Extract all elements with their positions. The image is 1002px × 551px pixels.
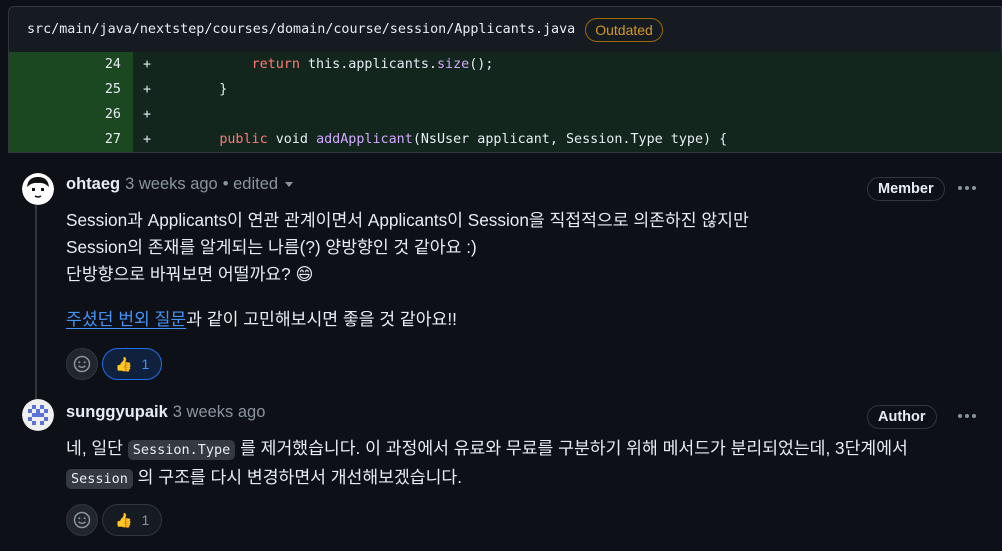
reaction-count: 1 <box>141 356 150 372</box>
inline-code: Session <box>66 469 133 489</box>
code-token: addApplicant <box>316 132 413 147</box>
diff-snippet: 24 + return this.applicants.size(); 25 +… <box>8 52 1002 152</box>
comment-line: Session 의 구조를 다시 변경하면서 개선해보겠습니다. <box>66 464 908 493</box>
code-line: + } <box>133 77 1002 102</box>
role-badge: Author <box>867 405 937 429</box>
diff-line: 27 + public void addApplicant(NsUser app… <box>9 127 1002 152</box>
diff-line: 25 + } <box>9 77 1002 102</box>
author-line: sunggyupaik 3 weeks ago <box>66 403 265 422</box>
code-line: + <box>133 102 1002 127</box>
caret-down-icon[interactable] <box>285 182 294 187</box>
edited-label[interactable]: • edited <box>223 175 278 194</box>
code-token: (); <box>469 57 494 72</box>
code-line: + public void addApplicant(NsUser applic… <box>133 127 1002 152</box>
comment-line: Session과 Applicants이 연관 관계이면서 Applicants… <box>66 210 749 230</box>
avatar[interactable] <box>22 173 54 205</box>
author-line: ohtaeg 3 weeks ago • edited <box>66 175 294 194</box>
thumbs-up-reaction-button[interactable]: 👍 1 <box>102 348 163 380</box>
avatar[interactable] <box>22 399 54 431</box>
author-name[interactable]: sunggyupaik <box>66 403 168 422</box>
line-number: 27 <box>9 127 133 152</box>
thumbs-up-reaction-button[interactable]: 👍 1 <box>102 504 163 536</box>
file-path[interactable]: src/main/java/nextstep/courses/domain/co… <box>27 22 575 37</box>
outdated-badge: Outdated <box>585 17 663 42</box>
avatar-face-icon <box>22 173 54 205</box>
reaction-row: 👍 1 <box>66 348 163 380</box>
code-token: public <box>219 132 268 147</box>
timestamp[interactable]: 3 weeks ago <box>173 403 266 422</box>
comment-line: 네, 일단 Session.Type 를 제거했습니다. 이 과정에서 유료와 … <box>66 435 908 464</box>
comment-text: 네, 일단 <box>66 438 128 458</box>
smiley-icon <box>73 355 91 373</box>
diff-sign: + <box>143 107 152 122</box>
diff-line: 24 + return this.applicants.size(); <box>9 52 1002 77</box>
file-header: src/main/java/nextstep/courses/domain/co… <box>8 6 1002 52</box>
reaction-count: 1 <box>141 512 150 528</box>
comment-text: 의 구조를 다시 변경하면서 개선해보겠습니다. <box>132 467 462 487</box>
timestamp[interactable]: 3 weeks ago <box>125 175 218 194</box>
thumbs-up-icon: 👍 <box>115 512 133 528</box>
inline-code: Session.Type <box>127 440 236 460</box>
comment-line: 단방향으로 바꿔보면 어떨까요? 😄 <box>66 264 314 284</box>
comment-line: Session의 존재를 알게되는 나름(?) 양방향인 것 같아요 :) <box>66 237 477 257</box>
add-reaction-button[interactable] <box>66 348 98 380</box>
code-token: (NsUser applicant, Session.Type type) { <box>412 132 728 147</box>
diff-sign: + <box>143 82 152 97</box>
code-line: + return this.applicants.size(); <box>133 52 1002 77</box>
smiley-icon <box>73 511 91 529</box>
kebab-icon[interactable] <box>958 414 976 418</box>
code-token: this.applicants. <box>299 57 437 72</box>
diff-sign: + <box>143 57 152 72</box>
diff-sign: + <box>143 132 152 147</box>
author-name[interactable]: ohtaeg <box>66 175 120 194</box>
comment-line: 주셨던 번외 질문과 같이 고민해보시면 좋을 것 같아요!! <box>66 306 749 333</box>
kebab-icon[interactable] <box>958 186 976 190</box>
line-number: 24 <box>9 52 133 77</box>
diff-line: 26 + <box>9 102 1002 127</box>
code-token: return <box>251 57 300 72</box>
code-token: void <box>267 132 317 147</box>
reaction-row: 👍 1 <box>66 504 163 536</box>
question-link[interactable]: 주셨던 번외 질문 <box>66 309 186 329</box>
comment-body: Session과 Applicants이 연관 관계이면서 Applicants… <box>66 207 749 333</box>
line-number: 26 <box>9 102 133 127</box>
thread-line <box>35 205 37 403</box>
divider <box>8 152 1002 153</box>
thumbs-up-icon: 👍 <box>115 356 133 372</box>
comment-body: 네, 일단 Session.Type 를 제거했습니다. 이 과정에서 유료와 … <box>66 435 908 493</box>
identicon-icon <box>22 399 54 431</box>
line-number: 25 <box>9 77 133 102</box>
comment-text: 를 제거했습니다. 이 과정에서 유료와 무료를 구분하기 위해 메서드가 분리… <box>235 438 908 458</box>
comment-text: 과 같이 고민해보시면 좋을 것 같아요!! <box>186 309 457 329</box>
add-reaction-button[interactable] <box>66 504 98 536</box>
code-token: size <box>437 57 470 72</box>
role-badge: Member <box>867 177 945 201</box>
code-token: } <box>187 82 228 97</box>
